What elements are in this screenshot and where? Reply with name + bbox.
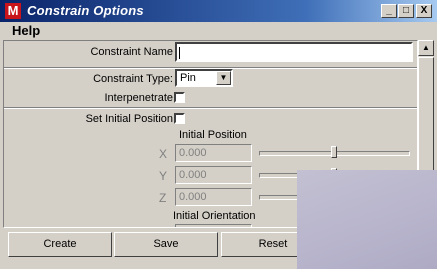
close-icon: X (420, 5, 428, 16)
constraint-type-value: Pin (180, 72, 196, 84)
separator (4, 107, 417, 109)
axis-z-label: Z (159, 191, 167, 205)
axis-y-label: Y (159, 169, 168, 183)
minimize-icon: _ (386, 5, 392, 16)
maya-app-icon[interactable]: M (5, 3, 21, 19)
initial-position-label: Initial Position (179, 129, 247, 141)
scroll-up-arrow-icon[interactable]: ▲ (418, 40, 434, 56)
position-z-field[interactable]: 0.000 (175, 188, 252, 206)
maximize-button[interactable]: □ (398, 4, 414, 18)
minimize-button[interactable]: _ (381, 4, 397, 18)
maximize-icon: □ (402, 5, 410, 16)
overlapping-window (297, 170, 437, 269)
constraint-type-label: Constraint Type: (93, 73, 173, 85)
chevron-down-icon[interactable]: ▼ (216, 71, 231, 85)
window-title: Constrain Options (27, 3, 144, 18)
set-initial-position-checkbox[interactable] (174, 113, 185, 124)
constraint-name-field[interactable] (175, 42, 413, 62)
title-bar[interactable]: M Constrain Options _ □ X (0, 0, 437, 22)
constraint-name-label: Constraint Name (90, 46, 173, 58)
position-x-field[interactable]: 0.000 (175, 144, 252, 162)
set-initial-position-label: Set Initial Position (85, 113, 173, 125)
save-button[interactable]: Save (114, 232, 218, 257)
initial-orientation-label: Initial Orientation (173, 210, 256, 222)
interpenetrate-label: Interpenetrate (104, 92, 174, 104)
position-x-slider-handle[interactable] (331, 146, 337, 158)
close-button[interactable]: X (416, 4, 432, 18)
position-y-field[interactable]: 0.000 (175, 166, 252, 184)
constraint-type-dropdown[interactable]: Pin ▼ (175, 69, 233, 87)
menu-help[interactable]: Help (12, 23, 40, 38)
create-button[interactable]: Create (8, 232, 112, 257)
orientation-field-partial[interactable] (175, 224, 252, 227)
text-caret (179, 47, 180, 59)
axis-x-label: X (159, 147, 168, 161)
interpenetrate-checkbox[interactable] (174, 92, 185, 103)
menu-bar: Help (0, 22, 437, 40)
